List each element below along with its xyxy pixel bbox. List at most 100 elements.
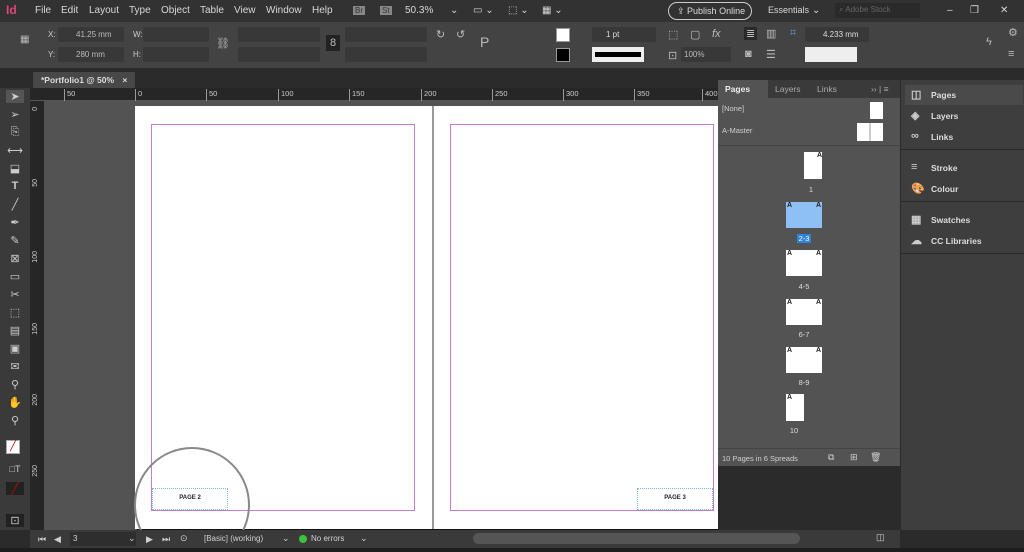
- horizontal-ruler[interactable]: 50 0 50 100 150 200 250 300 350 400: [30, 88, 718, 101]
- fx-icon[interactable]: fx: [712, 28, 721, 40]
- zoom-tool-icon[interactable]: ⚲: [6, 414, 24, 427]
- content-collector-icon[interactable]: ⬓: [6, 162, 24, 175]
- text-wrap-shape-icon[interactable]: ◙: [745, 48, 752, 60]
- arrange-documents-icon[interactable]: ▦ ⌄: [542, 5, 563, 16]
- rotate-cw-icon[interactable]: ↻: [436, 28, 445, 41]
- stroke-type-select[interactable]: [592, 47, 644, 62]
- tab-layers[interactable]: Layers: [768, 80, 801, 98]
- split-view-icon[interactable]: ◫: [876, 532, 885, 543]
- direct-selection-tool-icon[interactable]: ➢: [6, 108, 24, 121]
- restore-button[interactable]: ❐: [970, 5, 979, 16]
- edit-page-size-icon[interactable]: ⧉: [828, 452, 834, 463]
- screen-mode-icon[interactable]: ▭ ⌄: [473, 5, 494, 16]
- document-canvas[interactable]: PAGE 2 PAGE 3: [44, 101, 718, 530]
- constrain-proportions-icon[interactable]: ⛓: [216, 37, 230, 50]
- lightning-icon[interactable]: ϟ: [986, 36, 992, 48]
- open-in-explorer-icon[interactable]: ⊙: [180, 533, 188, 544]
- minimize-button[interactable]: –: [947, 5, 953, 16]
- chevron-down-icon[interactable]: ⌄: [360, 533, 368, 544]
- y-field[interactable]: 280 mm: [58, 47, 124, 62]
- document-tab[interactable]: *Portfolio1 @ 50% ×: [33, 72, 135, 88]
- menu-file[interactable]: File: [35, 5, 51, 16]
- scissors-tool-icon[interactable]: ✂: [6, 288, 24, 301]
- dock-stroke[interactable]: ≡ Stroke: [905, 158, 1023, 178]
- eyedropper-tool-icon[interactable]: ⚲: [6, 378, 24, 391]
- gradient-feather-tool-icon[interactable]: ▣: [6, 342, 24, 355]
- fill-swatch[interactable]: [556, 28, 570, 42]
- trash-icon[interactable]: 🗑: [870, 452, 881, 463]
- stroke-swatch[interactable]: [556, 48, 570, 62]
- dock-pages[interactable]: ◫ Pages: [905, 85, 1023, 105]
- dock-links[interactable]: ∞ Links: [905, 127, 1023, 147]
- dock-cc-libraries[interactable]: ☁ CC Libraries: [905, 231, 1023, 251]
- formatting-icon[interactable]: □T: [6, 464, 24, 474]
- object-style-select[interactable]: [805, 47, 857, 62]
- rectangle-frame-tool-icon[interactable]: ⊠: [6, 252, 24, 265]
- dock-colour[interactable]: 🎨 Colour: [905, 179, 1023, 199]
- adobe-stock-search[interactable]: ⌕ Adobe Stock: [835, 3, 920, 18]
- menu-table[interactable]: Table: [200, 5, 224, 16]
- chevron-down-icon[interactable]: ⌄: [128, 533, 136, 544]
- preflight-profile[interactable]: [Basic] (working): [204, 534, 263, 543]
- gap-tool-icon[interactable]: ⟷: [6, 144, 24, 157]
- pencil-tool-icon[interactable]: ✎: [6, 234, 24, 247]
- shear-field[interactable]: [345, 47, 427, 62]
- tab-links[interactable]: Links: [810, 80, 837, 98]
- opacity-field[interactable]: 100%: [681, 47, 731, 62]
- page-thumb-1[interactable]: A: [804, 152, 822, 179]
- gradient-swatch-tool-icon[interactable]: ▤: [6, 324, 24, 337]
- gear-icon[interactable]: ⚙: [1008, 26, 1018, 39]
- menu-type[interactable]: Type: [129, 5, 151, 16]
- zoom-level[interactable]: 50.3%: [405, 5, 433, 16]
- workspace-switcher[interactable]: Essentials: [768, 5, 809, 15]
- drop-shadow-icon[interactable]: ⬚: [668, 28, 678, 41]
- close-tab-icon[interactable]: ×: [122, 75, 127, 85]
- chevron-down-icon[interactable]: ⌄: [282, 533, 290, 544]
- text-wrap-bbox-icon[interactable]: ▥: [766, 27, 776, 40]
- path-selection-icon[interactable]: P: [480, 34, 489, 50]
- close-window-button[interactable]: ✕: [1000, 5, 1008, 16]
- view-options-icon[interactable]: ⬚ ⌄: [508, 5, 529, 16]
- dock-layers[interactable]: ◈ Layers: [905, 106, 1023, 126]
- type-tool-icon[interactable]: T: [6, 180, 24, 192]
- hand-tool-icon[interactable]: ✋: [6, 396, 24, 409]
- first-page-button[interactable]: ⏮: [38, 534, 46, 545]
- scale-x-field[interactable]: [238, 27, 320, 42]
- menu-window[interactable]: Window: [266, 5, 302, 16]
- page-thumb-6-7[interactable]: AA: [786, 299, 822, 325]
- apply-none-icon[interactable]: ╱: [6, 482, 24, 495]
- tab-pages[interactable]: Pages: [718, 80, 768, 98]
- menu-help[interactable]: Help: [312, 5, 333, 16]
- menu-layout[interactable]: Layout: [89, 5, 119, 16]
- preflight-errors[interactable]: No errors: [311, 534, 344, 543]
- new-page-icon[interactable]: ⊞: [850, 452, 858, 463]
- line-tool-icon[interactable]: ╱: [6, 198, 24, 211]
- bridge-button[interactable]: Br: [353, 6, 365, 15]
- a-master-thumb[interactable]: [857, 123, 883, 141]
- scale-y-field[interactable]: [238, 47, 320, 62]
- w-field[interactable]: [143, 27, 209, 42]
- pen-tool-icon[interactable]: ✒: [6, 216, 24, 229]
- page-tool-icon[interactable]: ⎘: [6, 126, 24, 139]
- frame-icon[interactable]: ▢: [690, 28, 700, 41]
- text-wrap-jump-icon[interactable]: ☰: [766, 48, 776, 61]
- frame-fitting-icon[interactable]: ⌗: [790, 27, 796, 40]
- panel-menu-icon[interactable]: ›› | ≡: [864, 80, 889, 98]
- rotate-ccw-icon[interactable]: ↺: [456, 28, 465, 41]
- page-number-field[interactable]: 3: [70, 532, 136, 546]
- fill-stroke-icon[interactable]: ╱: [6, 440, 20, 454]
- page-thumb-8-9[interactable]: AA: [786, 347, 822, 373]
- selection-tool-icon[interactable]: ➤: [6, 90, 24, 103]
- offset-field[interactable]: 4.233 mm: [805, 27, 869, 42]
- stock-button[interactable]: St: [380, 6, 392, 15]
- page-thumb-10[interactable]: A: [786, 394, 804, 421]
- vertical-ruler[interactable]: 0 50 100 150 200 250: [30, 101, 44, 530]
- page-3-footer[interactable]: PAGE 3: [637, 488, 713, 510]
- menu-view[interactable]: View: [234, 5, 256, 16]
- rectangle-tool-icon[interactable]: ▭: [6, 270, 24, 283]
- menu-icon[interactable]: ≡: [1008, 48, 1014, 60]
- publish-online-button[interactable]: ⇪ Publish Online: [668, 2, 752, 20]
- page-thumb-2-3[interactable]: AA: [786, 202, 822, 228]
- none-master[interactable]: [None]: [722, 104, 744, 113]
- screen-mode-icon[interactable]: ⊡: [6, 514, 24, 527]
